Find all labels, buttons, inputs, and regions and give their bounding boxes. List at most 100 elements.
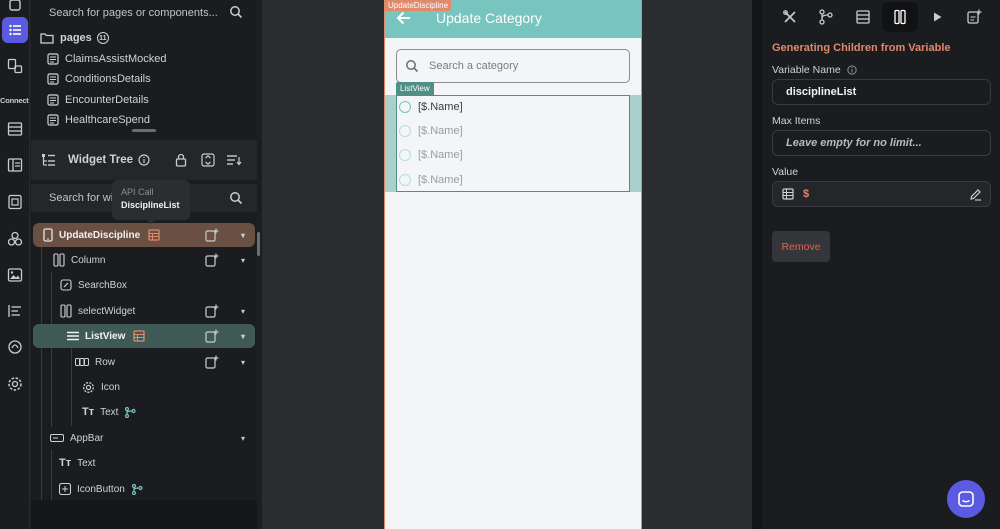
lock-icon[interactable] <box>175 153 187 167</box>
widget-tree-icon <box>41 153 56 168</box>
database-icon[interactable] <box>2 116 28 142</box>
search-icon[interactable] <box>229 191 243 205</box>
add-child-icon[interactable] <box>205 329 225 343</box>
tree-node-label: Column <box>71 254 106 266</box>
settings-icon[interactable] <box>2 371 28 397</box>
gear-icon <box>83 381 94 393</box>
tab-properties[interactable] <box>772 2 808 32</box>
support-chat-button[interactable] <box>947 480 985 518</box>
tree-guide-line <box>41 247 42 500</box>
caret-down-icon[interactable]: ▾ <box>241 231 245 240</box>
row-icon <box>75 358 89 366</box>
pages-folder[interactable]: pages 11 <box>40 28 109 48</box>
app-state-icon[interactable] <box>2 189 28 215</box>
components-icon[interactable] <box>2 53 28 79</box>
storyboard-icon[interactable] <box>2 0 28 18</box>
widget-tree-header: Widget Tree <box>31 140 257 180</box>
page-item[interactable]: ClaimsAssistMocked <box>47 49 166 69</box>
tree-node-iconbutton[interactable]: IconButton <box>59 477 255 501</box>
appbar-title: Update Category <box>436 10 542 26</box>
api-icon[interactable] <box>2 298 28 324</box>
page-item[interactable]: HealthcareSpend <box>47 110 150 130</box>
page-icon <box>47 53 59 65</box>
caret-down-icon[interactable]: ▾ <box>241 434 245 443</box>
caret-down-icon[interactable]: ▾ <box>241 332 245 341</box>
media-icon[interactable] <box>2 262 28 288</box>
tree-footer <box>31 500 257 529</box>
collections-icon[interactable] <box>2 152 28 178</box>
radio-circle-icon <box>399 174 411 186</box>
page-item[interactable]: ConditionsDetails <box>47 69 151 89</box>
add-child-icon[interactable] <box>205 253 225 267</box>
list-item-label: [$.Name] <box>418 149 463 161</box>
page-search-input[interactable]: Search for pages or components... <box>31 0 257 26</box>
category-search-input[interactable]: Search a category <box>396 49 630 83</box>
tree-node-appbar[interactable]: AppBar ▾ <box>50 426 255 450</box>
info-icon[interactable] <box>847 65 857 75</box>
filter-sort-icon[interactable] <box>226 154 242 166</box>
custom-code-icon[interactable] <box>2 334 28 360</box>
chat-icon <box>958 491 974 507</box>
appbar-icon <box>50 434 64 442</box>
list-item[interactable]: [$.Name] <box>399 123 463 139</box>
page-icon <box>47 73 59 85</box>
variable-name-value: disciplineList <box>786 86 857 98</box>
list-item[interactable]: [$.Name] <box>399 99 463 115</box>
database-icon <box>856 10 870 24</box>
page-icon <box>47 114 59 126</box>
tab-backend-query[interactable] <box>845 2 881 32</box>
tab-generate-children[interactable] <box>882 2 918 32</box>
tab-actions[interactable] <box>808 2 844 32</box>
tree-node-column[interactable]: Column ▾ <box>53 248 255 272</box>
pages-label: pages <box>60 32 92 44</box>
tree-node-icon[interactable]: Icon <box>82 375 252 399</box>
tooltip-arrow <box>146 219 156 224</box>
tree-node-row[interactable]: Row ▾ <box>75 350 255 374</box>
tooltip-value: DisciplineList <box>121 200 180 210</box>
expand-collapse-icon[interactable] <box>201 153 215 167</box>
tree-node-listview[interactable]: ListView ▾ <box>33 324 255 348</box>
add-child-icon[interactable] <box>205 355 225 369</box>
variable-name-field[interactable]: disciplineList <box>772 79 991 105</box>
category-search-placeholder: Search a category <box>429 60 519 72</box>
max-items-placeholder: Leave empty for no limit... <box>786 137 922 149</box>
max-items-field[interactable]: Leave empty for no limit... <box>772 130 991 156</box>
list-item[interactable]: [$.Name] <box>399 147 463 163</box>
panel-resize-handle[interactable] <box>132 129 156 132</box>
edit-pencil-icon[interactable] <box>969 188 982 201</box>
tree-node-text[interactable]: Tт Text <box>82 400 252 424</box>
tree-node-label: selectWidget <box>78 305 136 317</box>
pages-icon[interactable] <box>2 17 28 43</box>
list-item[interactable]: [$.Name] <box>399 172 463 188</box>
add-child-icon[interactable] <box>205 304 225 318</box>
tree-node-select-widget[interactable]: selectWidget ▾ <box>60 299 255 323</box>
value-field[interactable]: $ <box>772 181 991 207</box>
tree-node-label: Icon <box>101 381 120 393</box>
tree-node-page[interactable]: UpdateDiscipline ▾ <box>33 223 255 247</box>
play-icon <box>934 12 942 22</box>
tree-node-label: Row <box>95 356 116 368</box>
tree-node-appbar-text[interactable]: Tт Text <box>59 451 255 475</box>
info-icon[interactable] <box>138 154 150 166</box>
column-icon <box>53 253 65 267</box>
tab-document[interactable] <box>956 2 992 32</box>
tree-guide-line <box>71 348 72 426</box>
add-child-icon[interactable] <box>205 228 225 242</box>
listview-tag: ListView <box>396 82 434 95</box>
integrations-icon[interactable] <box>2 226 28 252</box>
section-title: Generating Children from Variable <box>772 42 951 54</box>
search-icon[interactable] <box>229 5 243 19</box>
tree-node-label: IconButton <box>77 483 125 495</box>
tree-scrollbar[interactable] <box>257 232 260 256</box>
tree-node-label: AppBar <box>70 432 104 444</box>
tab-preview[interactable] <box>919 2 955 32</box>
tree-node-searchbox[interactable]: SearchBox <box>60 273 255 297</box>
back-arrow-icon[interactable] <box>395 9 413 27</box>
caret-down-icon[interactable]: ▾ <box>241 256 245 265</box>
remove-button[interactable]: Remove <box>772 231 830 262</box>
list-item-label: [$.Name] <box>418 174 463 186</box>
database-icon <box>782 188 794 200</box>
page-item[interactable]: EncounterDetails <box>47 90 149 110</box>
caret-down-icon[interactable]: ▾ <box>241 358 245 367</box>
caret-down-icon[interactable]: ▾ <box>241 307 245 316</box>
